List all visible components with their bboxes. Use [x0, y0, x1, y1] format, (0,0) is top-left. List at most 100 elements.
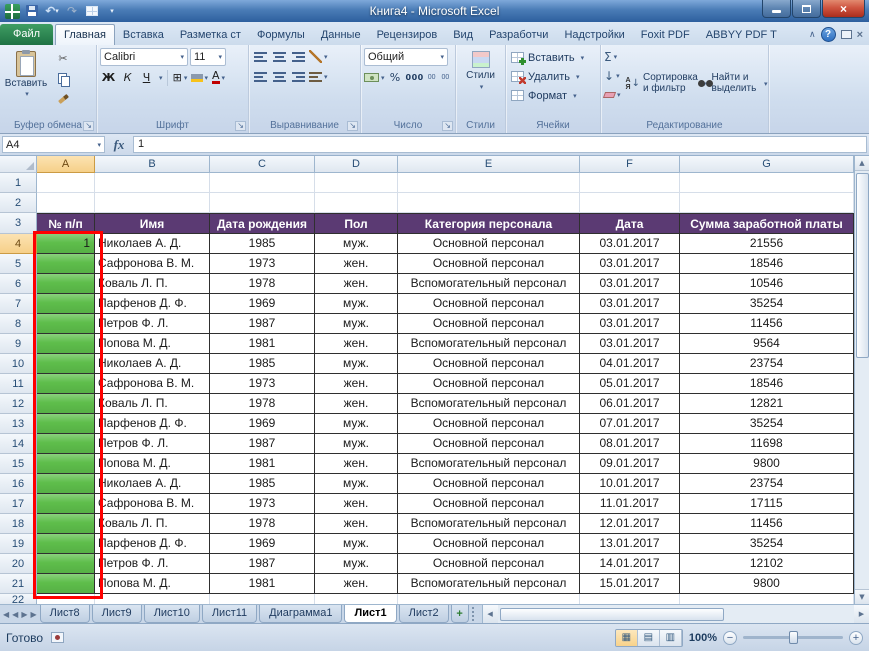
- number-format-select[interactable]: Общий▾: [364, 48, 448, 66]
- cell-B13[interactable]: Парфенов Д. Ф.: [95, 414, 210, 434]
- cell-A12[interactable]: [37, 394, 95, 414]
- cell-E10[interactable]: Основной персонал: [398, 354, 580, 374]
- vertical-scrollbar[interactable]: ▲ ▼: [854, 156, 869, 604]
- sheet-tab-Лист11[interactable]: Лист11: [202, 605, 257, 623]
- scroll-down-button[interactable]: ▼: [855, 589, 869, 604]
- cell-C8[interactable]: 1987: [210, 314, 315, 334]
- row-header-12[interactable]: 12: [0, 394, 37, 414]
- cell-D8[interactable]: муж.: [315, 314, 398, 334]
- cell-G16[interactable]: 23754: [680, 474, 854, 494]
- cell-A6[interactable]: [37, 274, 95, 294]
- cell-A21[interactable]: [37, 574, 95, 594]
- last-sheet-button[interactable]: ▶: [30, 610, 36, 619]
- workbook-close-button[interactable]: ×: [857, 30, 863, 40]
- cell-A11[interactable]: [37, 374, 95, 394]
- cell-C22[interactable]: [210, 594, 315, 604]
- cell-D15[interactable]: жен.: [315, 454, 398, 474]
- cell-B5[interactable]: Сафронова В. М.: [95, 254, 210, 274]
- fill-color-button[interactable]: ▾: [191, 69, 209, 86]
- sheet-tab-Лист10[interactable]: Лист10: [144, 605, 200, 623]
- cell-C17[interactable]: 1973: [210, 494, 315, 514]
- cell-D1[interactable]: [315, 173, 398, 193]
- cell-F18[interactable]: 12.01.2017: [580, 514, 680, 534]
- row-header-20[interactable]: 20: [0, 554, 37, 574]
- cell-G10[interactable]: 23754: [680, 354, 854, 374]
- cell-C14[interactable]: 1987: [210, 434, 315, 454]
- fill-button[interactable]: ↓▾: [604, 67, 621, 84]
- comma-style-button[interactable]: 000: [406, 69, 424, 86]
- scroll-left-button[interactable]: ◀: [483, 605, 498, 623]
- cell-C5[interactable]: 1973: [210, 254, 315, 274]
- ribbon-tab-Главная[interactable]: Главная: [55, 24, 115, 45]
- accounting-format-button[interactable]: ▾: [364, 69, 385, 86]
- ribbon-tab-Рецензиров[interactable]: Рецензиров: [369, 25, 446, 45]
- quick-grid-button[interactable]: [84, 3, 100, 19]
- cell-A13[interactable]: [37, 414, 95, 434]
- cell-E1[interactable]: [398, 173, 580, 193]
- cell-G22[interactable]: [680, 594, 854, 604]
- cell-D10[interactable]: муж.: [315, 354, 398, 374]
- cell-D6[interactable]: жен.: [315, 274, 398, 294]
- cell-A4[interactable]: 1: [37, 234, 95, 254]
- cell-B1[interactable]: [95, 173, 210, 193]
- row-header-19[interactable]: 19: [0, 534, 37, 554]
- cell-E18[interactable]: Вспомогательный персонал: [398, 514, 580, 534]
- cell-C19[interactable]: 1969: [210, 534, 315, 554]
- cell-A7[interactable]: [37, 294, 95, 314]
- cell-E17[interactable]: Основной персонал: [398, 494, 580, 514]
- cell-C10[interactable]: 1985: [210, 354, 315, 374]
- autosum-button[interactable]: Σ▾: [604, 48, 621, 65]
- cell-F11[interactable]: 05.01.2017: [580, 374, 680, 394]
- align-middle-button[interactable]: [271, 48, 288, 65]
- undo-button[interactable]: ↶▾: [44, 3, 60, 19]
- cell-C21[interactable]: 1981: [210, 574, 315, 594]
- zoom-out-button[interactable]: −: [723, 631, 737, 645]
- cell-B22[interactable]: [95, 594, 210, 604]
- cell-D16[interactable]: муж.: [315, 474, 398, 494]
- cell-E8[interactable]: Основной персонал: [398, 314, 580, 334]
- cell-D13[interactable]: муж.: [315, 414, 398, 434]
- ribbon-tab-Файл[interactable]: Файл: [0, 24, 53, 45]
- cell-A2[interactable]: [37, 193, 95, 213]
- paste-button[interactable]: Вставить ▾: [3, 48, 49, 119]
- row-header-5[interactable]: 5: [0, 254, 37, 274]
- cell-F15[interactable]: 09.01.2017: [580, 454, 680, 474]
- cell-F10[interactable]: 04.01.2017: [580, 354, 680, 374]
- cell-A18[interactable]: [37, 514, 95, 534]
- cell-E15[interactable]: Вспомогательный персонал: [398, 454, 580, 474]
- maximize-button[interactable]: [792, 0, 821, 18]
- cell-D4[interactable]: муж.: [315, 234, 398, 254]
- align-top-button[interactable]: [252, 48, 269, 65]
- ribbon-tab-Вставка[interactable]: Вставка: [115, 25, 172, 45]
- underline-button[interactable]: Ч: [138, 69, 155, 86]
- cell-A10[interactable]: [37, 354, 95, 374]
- cell-F16[interactable]: 10.01.2017: [580, 474, 680, 494]
- cell-E14[interactable]: Основной персонал: [398, 434, 580, 454]
- cell-G5[interactable]: 18546: [680, 254, 854, 274]
- ribbon-tab-Foxit PDF[interactable]: Foxit PDF: [633, 25, 698, 45]
- cell-D22[interactable]: [315, 594, 398, 604]
- cell-F5[interactable]: 03.01.2017: [580, 254, 680, 274]
- cell-F17[interactable]: 11.01.2017: [580, 494, 680, 514]
- font-size-select[interactable]: 11▾: [190, 48, 226, 66]
- row-header-2[interactable]: 2: [0, 193, 37, 213]
- cell-D12[interactable]: жен.: [315, 394, 398, 414]
- cell-G19[interactable]: 35254: [680, 534, 854, 554]
- cell-E16[interactable]: Основной персонал: [398, 474, 580, 494]
- copy-button[interactable]: [53, 70, 73, 87]
- cell-D14[interactable]: муж.: [315, 434, 398, 454]
- cell-D3[interactable]: Пол: [315, 213, 398, 234]
- cell-B6[interactable]: Коваль Л. П.: [95, 274, 210, 294]
- cell-B20[interactable]: Петров Ф. Л.: [95, 554, 210, 574]
- format-painter-button[interactable]: [53, 90, 73, 107]
- select-all-corner[interactable]: [0, 156, 37, 173]
- cell-A8[interactable]: [37, 314, 95, 334]
- sheet-tab-Лист9[interactable]: Лист9: [92, 605, 142, 623]
- orientation-button[interactable]: ▾: [309, 48, 328, 65]
- customize-qat-button[interactable]: ▾: [104, 3, 120, 19]
- cell-G13[interactable]: 35254: [680, 414, 854, 434]
- zoom-level[interactable]: 100%: [689, 632, 717, 644]
- cell-G14[interactable]: 11698: [680, 434, 854, 454]
- cell-D9[interactable]: жен.: [315, 334, 398, 354]
- cell-B15[interactable]: Попова М. Д.: [95, 454, 210, 474]
